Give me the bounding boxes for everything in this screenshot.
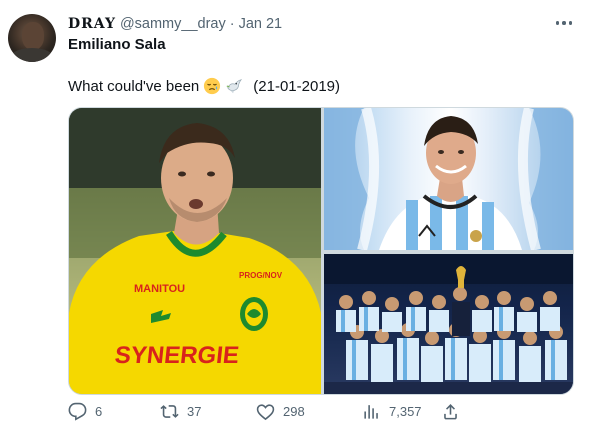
tweet-header: DRAY @sammy__dray · Jan 21: [68, 14, 282, 34]
reply-count: 6: [95, 404, 103, 419]
tweet[interactable]: DRAY @sammy__dray · Jan 21 Emiliano Sala…: [0, 0, 589, 424]
reply-icon: [68, 402, 87, 421]
avatar[interactable]: [8, 14, 56, 62]
handle[interactable]: @sammy__dray: [120, 16, 226, 32]
media-grid[interactable]: MANITOU PROG/NOV SYNERGIE: [68, 107, 574, 395]
heart-icon: [256, 404, 275, 421]
like-action[interactable]: 298: [256, 402, 305, 421]
tweet-actions: 6 37 298 7,357: [68, 402, 588, 422]
jersey-sponsor-chest: PROG/NOV: [239, 271, 283, 280]
jersey-sponsor-top: MANITOU: [134, 283, 185, 295]
share-action[interactable]: [441, 402, 460, 421]
reply-action[interactable]: 6: [68, 402, 102, 421]
dove-emoji: [226, 79, 243, 94]
avatar-shoulder: [10, 48, 54, 62]
tweet-date[interactable]: Jan 21: [239, 16, 283, 32]
views-action[interactable]: 7,357: [362, 402, 422, 421]
sad-relieved-face-emoji: [204, 77, 221, 95]
team-celebration-illustration: [324, 254, 573, 394]
jersey-sponsor-main: SYNERGIE: [114, 342, 241, 369]
separator-dot: ·: [229, 16, 235, 32]
retweet-count: 37: [187, 404, 202, 419]
tweet-subtitle: Emiliano Sala: [68, 36, 166, 53]
avatar-face: [22, 22, 44, 50]
media-image-player-yellow[interactable]: MANITOU PROG/NOV SYNERGIE: [69, 108, 321, 394]
more-options-icon[interactable]: [554, 15, 574, 31]
views-count: 7,357: [389, 404, 422, 419]
tweet-text: What could've been (21-01-2019): [68, 77, 340, 95]
share-icon: [444, 404, 457, 420]
display-name[interactable]: DRAY: [68, 16, 116, 32]
tweet-date-note: (21-01-2019): [253, 77, 340, 95]
tweet-text-main: What could've been: [68, 77, 200, 95]
player-yellow-illustration: MANITOU PROG/NOV SYNERGIE: [69, 108, 321, 394]
media-image-team-celebration[interactable]: [324, 254, 573, 394]
retweet-icon: [160, 405, 179, 418]
retweet-action[interactable]: 37: [160, 402, 201, 421]
media-image-player-argentina[interactable]: [324, 108, 573, 250]
like-count: 298: [283, 404, 305, 419]
player-argentina-illustration: [324, 108, 573, 250]
views-icon: [364, 405, 378, 419]
